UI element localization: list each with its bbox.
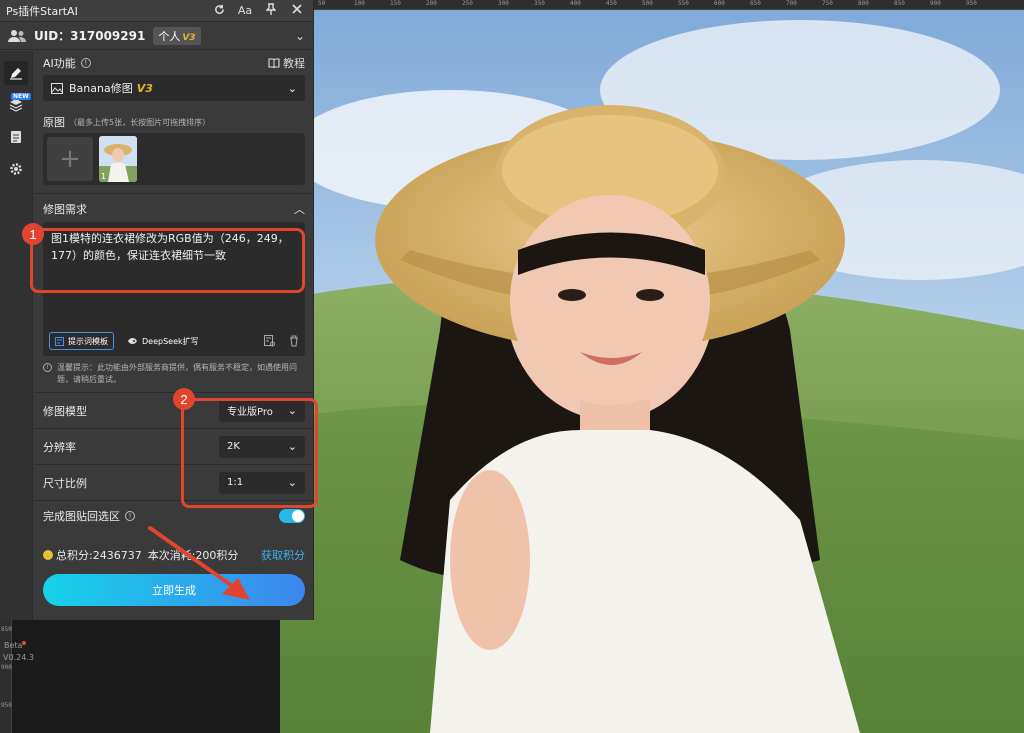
ruler-tick: 350 [534, 0, 545, 7]
ruler-tick: 150 [390, 0, 401, 7]
ruler-tick: 550 [678, 0, 689, 7]
ruler-tick: 600 [714, 0, 725, 7]
ruler-tick: 500 [642, 0, 653, 7]
beta-dot [22, 641, 27, 645]
ruler-top: 50 100 150 200 250 300 350 400 450 500 550 600 650 70… [314, 0, 1024, 10]
ruler-tick: 900 [1, 664, 12, 671]
ruler-tick: 900 [930, 0, 941, 7]
ruler-tick: 650 [750, 0, 761, 7]
beta-label: Beta [4, 641, 27, 650]
ruler-tick: 100 [354, 0, 365, 7]
workspace-background [12, 620, 280, 733]
ruler-tick: 450 [606, 0, 617, 7]
beta-text: Beta [4, 641, 23, 650]
portrait-photo [280, 0, 1024, 733]
ruler-tick: 950 [1, 702, 12, 709]
ruler-tick: 850 [1, 626, 12, 633]
ruler-left: 850 900 950 [0, 620, 12, 733]
version-label: V0.24.3 [3, 653, 34, 662]
ruler-tick: 300 [498, 0, 509, 7]
ruler-tick: 250 [462, 0, 473, 7]
annotation-arrow [148, 526, 250, 600]
ruler-tick: 800 [858, 0, 869, 7]
ruler-tick: 750 [822, 0, 833, 7]
ruler-tick: 950 [966, 0, 977, 7]
ruler-tick: 400 [570, 0, 581, 7]
ruler-tick: 700 [786, 0, 797, 7]
ruler-tick: 850 [894, 0, 905, 7]
ruler-tick: 200 [426, 0, 437, 7]
document-canvas[interactable] [280, 0, 1024, 733]
